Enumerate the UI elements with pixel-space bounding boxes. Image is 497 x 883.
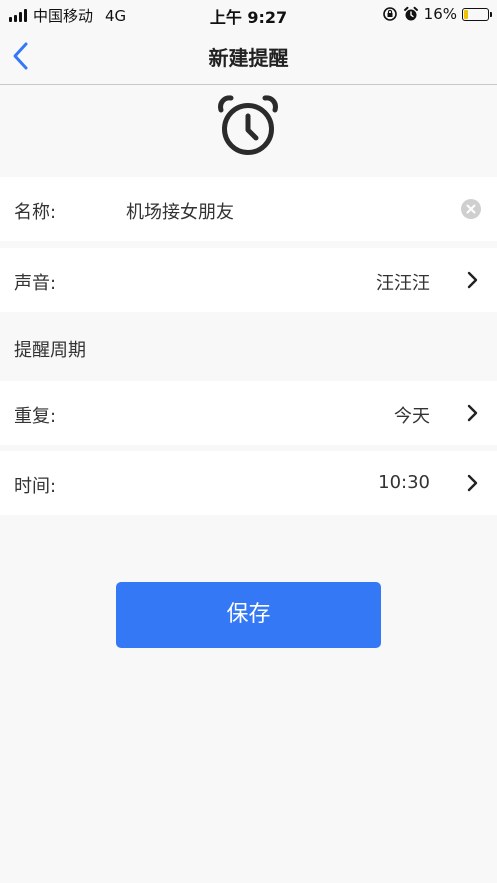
clear-circle-icon bbox=[466, 204, 476, 214]
time-row[interactable]: 时间: 10:30 bbox=[0, 451, 497, 515]
battery-fill bbox=[464, 9, 468, 19]
chevron-left-icon bbox=[13, 42, 28, 70]
save-button[interactable]: 保存 bbox=[116, 582, 381, 648]
sound-value: 汪汪汪 bbox=[376, 273, 430, 294]
battery-percent: 16% bbox=[423, 5, 457, 23]
sound-row[interactable]: 声音: 汪汪汪 bbox=[0, 248, 497, 312]
name-input[interactable]: 机场接女朋友 bbox=[126, 198, 234, 224]
chevron-right-icon bbox=[467, 474, 478, 492]
status-bar: 中国移动 4G 上午 9:27 16% bbox=[0, 0, 497, 28]
back-button[interactable] bbox=[8, 40, 38, 72]
repeat-value: 今天 bbox=[394, 406, 430, 427]
chevron-right-icon bbox=[467, 404, 478, 422]
name-row: 名称: 机场接女朋友 bbox=[0, 177, 497, 241]
alarm-clock-icon bbox=[218, 95, 278, 155]
orientation-lock-icon bbox=[382, 7, 397, 21]
status-right: 16% bbox=[382, 5, 492, 23]
time-label: 时间: bbox=[14, 476, 57, 497]
page-title: 新建提醒 bbox=[208, 46, 289, 70]
navigation-bar: 新建提醒 bbox=[0, 28, 497, 85]
reminder-period-header: 提醒周期 bbox=[14, 340, 86, 361]
battery-charging-icon bbox=[462, 7, 492, 21]
alarm-clock-icon bbox=[403, 6, 418, 21]
time-value: 10:30 bbox=[378, 472, 430, 493]
name-label: 名称: bbox=[14, 202, 57, 223]
sound-label: 声音: bbox=[14, 273, 57, 294]
clear-button[interactable] bbox=[461, 199, 481, 219]
chevron-right-icon bbox=[467, 271, 478, 289]
repeat-row[interactable]: 重复: 今天 bbox=[0, 381, 497, 445]
alarm-header bbox=[0, 86, 497, 176]
repeat-label: 重复: bbox=[14, 406, 57, 427]
